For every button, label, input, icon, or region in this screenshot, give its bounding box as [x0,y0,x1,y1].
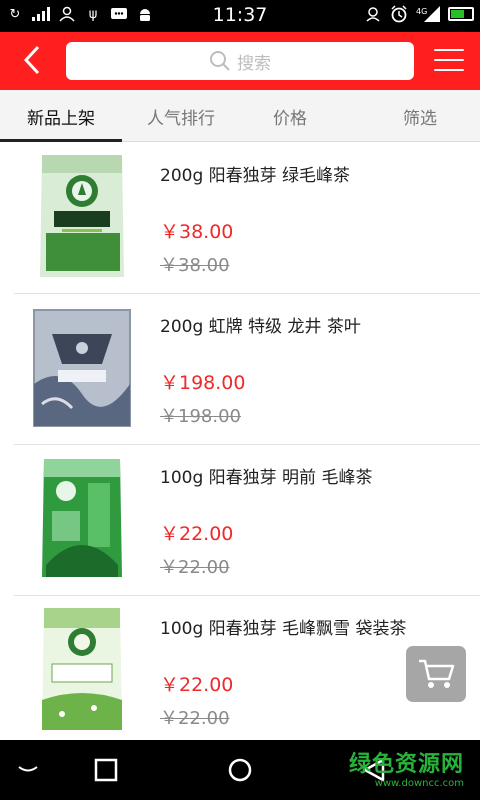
product-price: ￥22.00 [160,674,234,696]
menu-icon-bar [434,69,464,71]
product-image [40,155,124,277]
product-image [42,459,122,577]
circle-icon [228,758,252,782]
tab-new-arrivals[interactable]: 新品上架 [0,90,122,142]
product-original-price: ￥198.00 [160,406,241,427]
product-name: 200g 虹牌 特级 龙井 茶叶 [160,317,361,337]
menu-button[interactable] [434,45,464,75]
search-icon [210,51,230,71]
watermark-url: www.downcc.com [374,778,464,789]
product-image [33,309,131,427]
contact-icon [364,6,382,22]
search-placeholder: 搜索 [237,53,271,74]
tab-price[interactable]: 价格 [240,90,340,142]
product-original-price: ￥22.00 [160,708,230,729]
active-tab-indicator [0,139,122,142]
chevron-down-icon [18,766,38,772]
menu-icon-bar [434,49,464,51]
screen: ↻ ψ 11:37 4G 搜索 新品上架 人气排行 价格 筛选 200g 阳春独… [0,0,480,800]
watermark-logo-text: 绿色资源网 [348,752,464,777]
product-item[interactable]: 200g 虹牌 特级 龙井 茶叶 ￥198.00 ￥198.00 [14,294,480,445]
status-right-icons: 4G [364,5,474,23]
product-image [42,608,122,730]
recent-apps-button[interactable] [90,754,122,786]
tab-filter[interactable]: 筛选 [350,90,480,142]
status-bar: ↻ ψ 11:37 4G [0,0,480,32]
cell-signal-icon: 4G [416,6,440,22]
back-button[interactable] [12,40,52,80]
chevron-left-icon [23,45,40,75]
product-name: 200g 阳春独芽 绿毛峰茶 [160,166,351,186]
menu-icon-bar [434,59,464,61]
product-original-price: ￥22.00 [160,557,230,578]
sort-tabs: 新品上架 人气排行 价格 筛选 [0,90,480,142]
product-name: 100g 阳春独芽 明前 毛峰茶 [160,468,373,488]
tab-popularity[interactable]: 人气排行 [122,90,240,142]
cart-button[interactable] [406,646,466,702]
search-input[interactable]: 搜索 [66,42,414,80]
square-icon [94,758,118,782]
svg-text:4G: 4G [416,7,427,16]
alarm-icon [390,5,408,23]
top-bar: 搜索 [0,32,480,90]
hide-keyboard-button[interactable] [12,754,44,786]
product-original-price: ￥38.00 [160,255,230,276]
product-price: ￥38.00 [160,221,234,243]
home-button[interactable] [224,754,256,786]
product-name: 100g 阳春独芽 毛峰飘雪 袋装茶 [160,619,407,639]
product-price: ￥22.00 [160,523,234,545]
product-price: ￥198.00 [160,372,246,394]
product-item[interactable]: 200g 阳春独芽 绿毛峰茶 ￥38.00 ￥38.00 [14,143,480,294]
battery-icon [448,7,474,21]
shopping-cart-icon [419,659,455,688]
product-item[interactable]: 100g 阳春独芽 明前 毛峰茶 ￥22.00 ￥22.00 [14,445,480,596]
watermark: 绿色资源网 www.downcc.com [349,746,464,789]
